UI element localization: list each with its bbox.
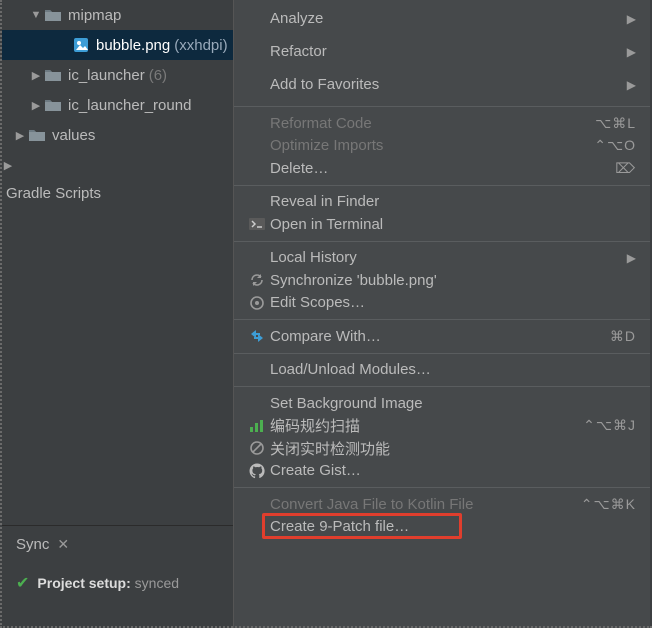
chart-icon [244, 419, 270, 433]
menu-item-label: Edit Scopes… [270, 294, 636, 311]
chevron-right-icon[interactable]: ▶ [30, 99, 42, 112]
menu-separator [234, 386, 650, 387]
menu-item-label: Local History [270, 249, 627, 266]
menu-item[interactable]: Reveal in Finder [234, 191, 650, 214]
menu-shortcut: ⌃⌥O [594, 137, 636, 154]
tree-item-label: bubble.png [96, 37, 170, 54]
context-menu: Analyze▶Refactor▶Add to Favorites▶Reform… [233, 0, 650, 628]
tree-item[interactable]: bubble.png(xxhdpi) [2, 30, 233, 60]
menu-shortcut: ⌃⌥⌘J [583, 417, 636, 434]
menu-separator [234, 106, 650, 107]
menu-item[interactable]: Create 9-Patch file… [234, 516, 650, 539]
menu-item-label: Analyze [270, 10, 627, 27]
menu-item[interactable]: Local History▶ [234, 247, 650, 270]
menu-item[interactable]: 编码规约扫描⌃⌥⌘J [234, 415, 650, 438]
tree-item-label: values [52, 127, 95, 144]
menu-item-label: Delete… [270, 160, 615, 177]
close-icon[interactable]: ✕ [57, 536, 69, 553]
menu-item-label: Open in Terminal [270, 216, 636, 233]
menu-shortcut: ⌃⌥⌘K [581, 496, 636, 513]
menu-separator [234, 319, 650, 320]
gradle-scripts-node[interactable]: Gradle Scripts [2, 180, 233, 206]
menu-item[interactable]: Delete…⌦ [234, 157, 650, 180]
sync-tab[interactable]: Sync ✕ [2, 536, 233, 565]
submenu-arrow-icon: ▶ [627, 12, 636, 26]
menu-item[interactable]: Compare With…⌘D [234, 325, 650, 348]
chevron-right-icon[interactable]: ▶ [14, 129, 26, 142]
menu-separator [234, 487, 650, 488]
scope-icon [244, 295, 270, 311]
menu-item-label: Refactor [270, 43, 627, 60]
menu-item[interactable]: 关闭实时检测功能 [234, 437, 650, 460]
sync-tab-label: Sync [16, 536, 49, 553]
menu-item[interactable]: Synchronize 'bubble.png' [234, 269, 650, 292]
menu-item-label: Add to Favorites [270, 76, 627, 93]
menu-separator [234, 353, 650, 354]
menu-item[interactable]: Create Gist… [234, 460, 650, 483]
tree-item-label: ic_launcher_round [68, 97, 191, 114]
menu-item[interactable]: Open in Terminal [234, 213, 650, 236]
github-icon [244, 463, 270, 479]
chevron-right-icon[interactable]: ▶ [30, 69, 42, 82]
gradle-scripts-label: Gradle Scripts [6, 185, 101, 202]
submenu-arrow-icon: ▶ [627, 78, 636, 92]
tree-item[interactable]: ▶ values [2, 120, 233, 150]
tree-item[interactable]: ▶ ic_launcher(6) [2, 60, 233, 90]
menu-item-label: 关闭实时检测功能 [270, 438, 636, 459]
folder-icon [28, 128, 46, 142]
menu-item[interactable]: Analyze▶ [234, 2, 650, 35]
tree-root-expander[interactable]: ▶ [2, 150, 233, 180]
menu-separator [234, 241, 650, 242]
terminal-icon [244, 218, 270, 230]
chevron-right-icon: ▶ [2, 159, 14, 172]
menu-item[interactable]: Set Background Image [234, 392, 650, 415]
sync-status: ✔ Project setup: synced [2, 565, 233, 593]
submenu-arrow-icon: ▶ [627, 251, 636, 265]
menu-item-label: Compare With… [270, 328, 610, 345]
submenu-arrow-icon: ▶ [627, 45, 636, 59]
menu-shortcut: ⌦ [615, 160, 636, 177]
menu-separator [234, 185, 650, 186]
folder-icon [44, 98, 62, 112]
menu-item-label: Create 9-Patch file… [270, 518, 636, 535]
cancel-icon [244, 440, 270, 456]
menu-item-label: Create Gist… [270, 462, 636, 479]
menu-item-label: Optimize Imports [270, 137, 594, 154]
sync-status-label: Project setup: [37, 575, 130, 591]
menu-item-label: Set Background Image [270, 395, 636, 412]
folder-icon [44, 68, 62, 82]
menu-item-label: Load/Unload Modules… [270, 361, 636, 378]
menu-item[interactable]: Refactor▶ [234, 35, 650, 68]
tree-item-label: mipmap [68, 7, 121, 24]
tree-item[interactable]: ▶ ic_launcher_round [2, 90, 233, 120]
menu-item[interactable]: Add to Favorites▶ [234, 68, 650, 101]
checkmark-icon: ✔ [16, 573, 29, 593]
menu-item: Convert Java File to Kotlin File⌃⌥⌘K [234, 493, 650, 516]
compare-icon [244, 328, 270, 344]
folder-icon [44, 8, 62, 22]
menu-item: Optimize Imports⌃⌥O [234, 135, 650, 158]
menu-item-label: 编码规约扫描 [270, 415, 583, 436]
menu-item-label: Convert Java File to Kotlin File [270, 496, 581, 513]
tree-item-label: ic_launcher [68, 67, 145, 84]
sync-icon [244, 272, 270, 288]
image-file-icon [72, 38, 90, 52]
menu-shortcut: ⌘D [610, 328, 636, 345]
menu-item: Reformat Code⌥⌘L [234, 112, 650, 135]
menu-item[interactable]: Load/Unload Modules… [234, 359, 650, 382]
tree-item[interactable]: ▼ mipmap [2, 0, 233, 30]
tree-item-annotation: (xxhdpi) [174, 37, 227, 54]
menu-item-label: Reformat Code [270, 115, 595, 132]
menu-item-label: Reveal in Finder [270, 193, 636, 210]
sync-panel: Sync ✕ ✔ Project setup: synced [2, 525, 233, 593]
tree-item-annotation: (6) [149, 67, 167, 84]
menu-item-label: Synchronize 'bubble.png' [270, 272, 636, 289]
menu-item[interactable]: Edit Scopes… [234, 292, 650, 315]
sync-status-value: synced [135, 575, 179, 591]
menu-shortcut: ⌥⌘L [595, 115, 636, 132]
chevron-down-icon[interactable]: ▼ [30, 9, 42, 21]
